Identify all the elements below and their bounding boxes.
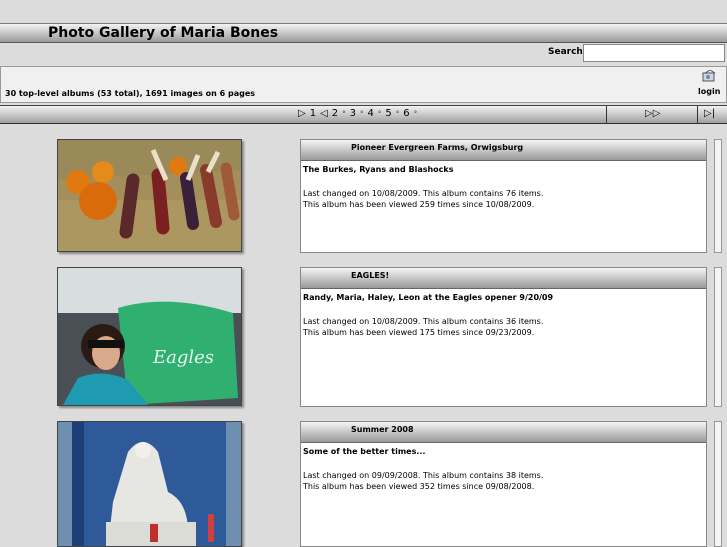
album-thumbnail[interactable] — [57, 421, 242, 547]
pager-bar: ▷ 1 ◁ 2 ° 3 ° 4 ° 5 ° 6 ° ▷▷ ▷| — [0, 105, 727, 124]
album-description: Some of the better times... — [303, 447, 426, 456]
login-link[interactable]: login — [698, 87, 720, 96]
page-link[interactable]: 2 — [332, 108, 338, 119]
page-link[interactable]: 6 — [403, 108, 409, 119]
page-link[interactable]: 3 — [350, 108, 356, 119]
album-header: Summer 2008 — [301, 422, 706, 443]
page-link[interactable]: 5 — [385, 108, 391, 119]
last-page-icon[interactable]: ▷| — [704, 108, 715, 119]
page-separator: ° — [377, 109, 382, 118]
first-page-icon[interactable]: ▷ — [298, 108, 306, 119]
search-input[interactable] — [583, 44, 725, 62]
album-title-link[interactable]: EAGLES! — [351, 271, 389, 280]
album-thumbnail[interactable]: Eagles — [57, 267, 242, 406]
page-links: ▷ 1 ◁ 2 ° 3 ° 4 ° 5 ° 6 ° — [298, 108, 417, 119]
next-page-icon[interactable]: ▷▷ — [645, 108, 660, 119]
page-separator: ° — [360, 109, 364, 118]
search-label: Search: — [548, 47, 587, 57]
album-card: Pioneer Evergreen Farms, Orwigsburg The … — [300, 139, 707, 253]
gallery-info-bar: 30 top-level albums (53 total), 1691 ima… — [0, 66, 727, 103]
page-link[interactable]: 4 — [368, 108, 374, 119]
pager-divider — [606, 106, 607, 123]
page-separator: ° — [413, 109, 418, 118]
svg-text:Eagles: Eagles — [152, 347, 214, 368]
page-separator: ° — [342, 109, 346, 118]
current-page: 1 — [309, 108, 317, 119]
search-row: Search: — [0, 43, 727, 63]
album-stats: Last changed on 10/08/2009. This album c… — [303, 189, 544, 209]
album-side-strip — [714, 421, 722, 547]
album-side-strip — [714, 139, 722, 253]
album-description: Randy, Maria, Haley, Leon at the Eagles … — [303, 293, 554, 302]
page-title: Photo Gallery of Maria Bones — [48, 25, 279, 41]
login-icon[interactable] — [701, 69, 717, 88]
pager-divider — [697, 106, 698, 123]
album-header: Pioneer Evergreen Farms, Orwigsburg — [301, 140, 706, 161]
album-description: The Burkes, Ryans and Blashocks — [303, 165, 454, 174]
page-separator: ° — [395, 109, 400, 118]
gallery-summary: 30 top-level albums (53 total), 1691 ima… — [5, 89, 255, 98]
previous-page-icon[interactable]: ◁ — [320, 108, 328, 119]
album-thumbnail[interactable] — [57, 139, 242, 252]
album-header: EAGLES! — [301, 268, 706, 289]
album-card: EAGLES! Randy, Maria, Haley, Leon at the… — [300, 267, 707, 407]
title-bar: Photo Gallery of Maria Bones — [0, 23, 727, 43]
album-side-strip — [714, 267, 722, 407]
album-stats: Last changed on 10/08/2009. This album c… — [303, 317, 544, 337]
album-title-link[interactable]: Summer 2008 — [351, 425, 414, 434]
album-card: Summer 2008 Some of the better times... … — [300, 421, 707, 547]
album-stats: Last changed on 09/09/2008. This album c… — [303, 471, 544, 491]
album-title-link[interactable]: Pioneer Evergreen Farms, Orwigsburg — [351, 143, 523, 152]
